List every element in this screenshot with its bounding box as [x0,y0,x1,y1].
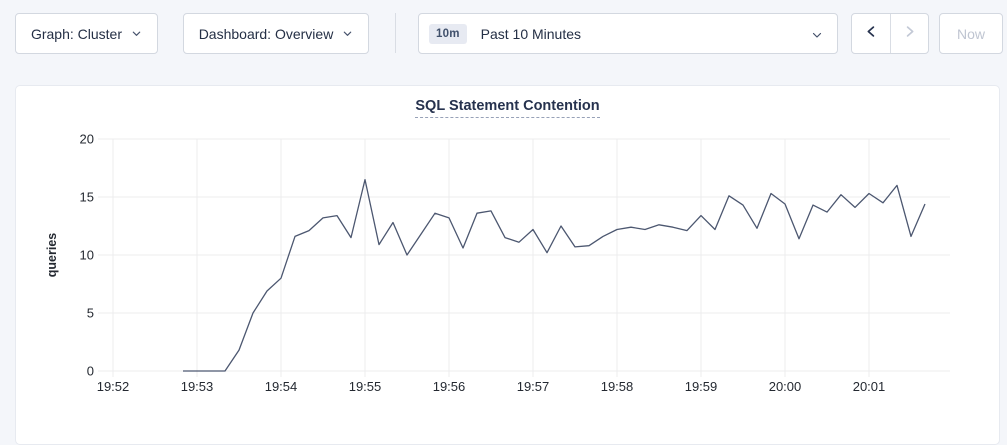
x-tick-label: 19:57 [517,379,550,394]
chevron-left-icon [864,24,879,44]
shift-back-button[interactable] [852,14,890,53]
chart-title[interactable]: SQL Statement Contention [415,98,599,118]
dashboard-dropdown-label: Dashboard: Overview [199,26,334,42]
y-tick-label: 15 [80,190,94,205]
time-range-picker[interactable]: 10m Past 10 Minutes [418,13,838,54]
toolbar-divider [395,13,396,53]
chevron-down-icon [811,28,823,44]
y-tick-label: 0 [87,364,94,379]
y-axis-label: queries [45,233,59,278]
dashboard-dropdown[interactable]: Dashboard: Overview [183,13,369,54]
toolbar: Graph: Cluster Dashboard: Overview 10m P… [0,0,1007,54]
x-tick-label: 19:56 [433,379,466,394]
y-tick-label: 5 [87,306,94,321]
chart-canvas: 19:52 19:53 19:54 19:55 19:56 19:57 19:58 19:59… [16,86,999,444]
x-tick-label: 19:58 [601,379,634,394]
series-line [183,180,925,371]
shift-forward-button[interactable] [890,14,928,53]
chevron-down-icon [131,26,142,42]
x-tick-label: 20:00 [769,379,802,394]
x-tick-label: 20:01 [853,379,886,394]
x-tick-label: 19:53 [181,379,214,394]
chevron-right-icon [902,24,917,44]
x-tick-label: 19:52 [97,379,130,394]
x-tick-label: 19:55 [349,379,382,394]
chart-title-wrap: SQL Statement Contention [16,97,999,118]
time-window-label: Past 10 Minutes [481,26,581,42]
graph-dropdown-label: Graph: Cluster [31,26,122,42]
chart-panel: SQL Statement Contention 19:52 19:53 19:54… [15,85,1000,445]
x-tick-label: 19:54 [265,379,298,394]
y-tick-label: 20 [80,132,94,147]
chevron-down-icon [342,26,353,42]
x-tick-label: 19:59 [685,379,718,394]
time-shift-controls [851,13,929,54]
graph-dropdown[interactable]: Graph: Cluster [15,13,158,54]
y-tick-label: 10 [80,248,94,263]
now-button[interactable]: Now [939,13,1003,54]
time-window-badge: 10m [429,24,467,44]
